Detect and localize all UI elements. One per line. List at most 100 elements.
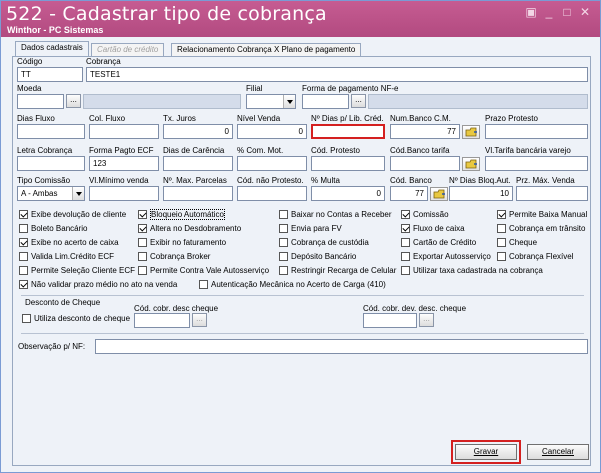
codigo-input[interactable]: TT <box>17 67 83 82</box>
checkbox-icon <box>279 238 288 247</box>
com-mot-input[interactable] <box>237 156 307 171</box>
checkbox-icon <box>401 238 410 247</box>
cod-banco-tarifa-input[interactable] <box>390 156 460 171</box>
chk-permite-baixa-manual[interactable]: Permite Baixa Manual <box>497 210 587 221</box>
chk-altera-desdobramento[interactable]: Altera no Desdobramento <box>138 224 241 235</box>
cod-nao-protesto-input[interactable] <box>237 186 307 201</box>
chevron-down-icon[interactable] <box>72 187 84 200</box>
minimize-icon[interactable]: _ <box>542 5 556 19</box>
gravar-button[interactable]: Gravar <box>451 440 521 464</box>
tipo-comissao-value: A - Ambas <box>21 189 58 198</box>
chk-cobranca-custodia[interactable]: Cobrança de custódia <box>279 238 369 249</box>
chk-utiliza-desconto-cheque[interactable]: Utiliza desconto de cheque <box>22 314 130 325</box>
close-icon[interactable]: ✕ <box>578 5 592 19</box>
col-fluxo-label: Col. Fluxo <box>89 114 126 123</box>
chk-permite-selecao-cliente-ecf[interactable]: Permite Seleção Cliente ECF <box>19 266 135 277</box>
nivel-venda-input[interactable]: 0 <box>237 124 307 139</box>
checkbox-icon <box>401 266 410 275</box>
chk-exibe-acerto-caixa[interactable]: Exibe no acerto de caixa <box>19 238 119 249</box>
chk-permite-contra-vale[interactable]: Permite Contra Vale Autosserviço <box>138 266 269 277</box>
folder-search-icon[interactable] <box>462 157 480 171</box>
title-bar[interactable]: 522 - Cadastrar tipo de cobrança Winthor… <box>1 1 600 37</box>
n-dias-bloq-aut-input[interactable]: 10 <box>449 186 513 201</box>
chk-fluxo-caixa[interactable]: Fluxo de caixa <box>401 224 465 235</box>
n-max-parcelas-label: Nº. Max. Parcelas <box>163 176 227 185</box>
chk-cartao-credito[interactable]: Cartão de Crédito <box>401 238 476 249</box>
checkbox-icon <box>497 238 506 247</box>
cod-cobr-desc-input[interactable] <box>134 313 190 328</box>
cancelar-button[interactable]: Cancelar <box>527 444 589 460</box>
cod-banco-input[interactable]: 77 <box>390 186 428 201</box>
tipo-comissao-combo[interactable]: A - Ambas <box>17 186 85 201</box>
tx-juros-label: Tx. Juros <box>163 114 196 123</box>
chk-exibir-faturamento[interactable]: Exibir no faturamento <box>138 238 226 249</box>
num-banco-cm-input[interactable]: 77 <box>390 124 460 139</box>
main-window: 522 - Cadastrar tipo de cobrança Winthor… <box>0 0 601 473</box>
tab-dados-cadastrais[interactable]: Dados cadastrais <box>15 41 89 57</box>
forma-pgto-nfe-search-button[interactable]: ... <box>351 94 366 108</box>
letra-cobranca-input[interactable] <box>17 156 85 171</box>
prazo-protesto-input[interactable] <box>485 124 588 139</box>
chk-envia-fv[interactable]: Envia para FV <box>279 224 342 235</box>
cobranca-input[interactable]: TESTE1 <box>86 67 588 82</box>
forma-pgto-nfe-input[interactable] <box>302 94 349 109</box>
multa-label: % Multa <box>311 176 340 185</box>
chk-cobranca-transito[interactable]: Cobrança em trânsito <box>497 224 585 235</box>
checkbox-checked-icon <box>138 224 147 233</box>
desconto-cheque-title: Desconto de Cheque <box>25 298 101 307</box>
checkbox-icon <box>19 266 28 275</box>
moeda-input[interactable] <box>17 94 64 109</box>
desconto-cheque-group: Utiliza desconto de cheque Cód. cobr. de… <box>22 304 588 331</box>
chk-baixar-contas-receber[interactable]: Baixar no Contas a Receber <box>279 210 392 221</box>
dias-fluxo-input[interactable] <box>17 124 85 139</box>
n-dias-lib-cred-input[interactable] <box>311 124 385 139</box>
chk-deposito-bancario[interactable]: Depósito Bancário <box>279 252 356 263</box>
cod-protesto-input[interactable] <box>311 156 385 171</box>
checkbox-checked-icon <box>497 210 506 219</box>
chk-exibe-devolucao-cliente[interactable]: Exibe devolução de cliente <box>19 210 126 221</box>
chk-valida-lim-credito-ecf[interactable]: Valida Lim.Crédito ECF <box>19 252 114 263</box>
chk-cobranca-flexivel[interactable]: Cobrança Flexível <box>497 252 573 263</box>
tx-juros-input[interactable]: 0 <box>163 124 233 139</box>
chk-restringir-recarga[interactable]: Restringir Recarga de Celular <box>279 266 396 277</box>
dias-carencia-input[interactable] <box>163 156 233 171</box>
cod-cobr-desc-search-button[interactable]: ... <box>192 313 207 327</box>
observacao-label: Observação p/ NF: <box>18 342 86 351</box>
moeda-search-button[interactable]: ... <box>66 94 81 108</box>
n-dias-bloq-aut-label: Nº Dias Bloq.Aut. <box>449 176 511 185</box>
maximize-icon[interactable]: □ <box>560 5 574 19</box>
checkbox-checked-icon <box>401 210 410 219</box>
vl-tarifa-bancaria-label: Vl.Tarifa bancária varejo <box>485 146 571 155</box>
folder-search-icon[interactable] <box>430 187 448 201</box>
cod-cobr-dev-search-button[interactable]: ... <box>419 313 434 327</box>
vl-minimo-venda-input[interactable] <box>89 186 159 201</box>
multa-input[interactable]: 0 <box>311 186 385 201</box>
dias-fluxo-label: Dias Fluxo <box>17 114 55 123</box>
vl-tarifa-bancaria-input[interactable] <box>485 156 588 171</box>
filial-combo[interactable] <box>246 94 296 109</box>
checkbox-icon <box>279 210 288 219</box>
forma-pagto-ecf-input[interactable]: 123 <box>89 156 159 171</box>
checkbox-checked-icon <box>19 280 28 289</box>
observacao-input[interactable] <box>95 339 588 354</box>
col-fluxo-input[interactable] <box>89 124 159 139</box>
chk-bloqueio-automatico[interactable]: Bloqueio Automático <box>138 209 225 221</box>
chk-utilizar-taxa-cadastrada[interactable]: Utilizar taxa cadastrada na cobrança <box>401 266 543 277</box>
restore-icon[interactable]: ▣ <box>524 5 538 19</box>
tab-relacionamento-cobranca[interactable]: Relacionamento Cobrança X Plano de pagam… <box>171 43 362 57</box>
chevron-down-icon[interactable] <box>283 95 295 108</box>
chk-comissao[interactable]: Comissão <box>401 210 449 221</box>
tab-cartao-de-credito[interactable]: Cartão de crédito <box>91 43 165 57</box>
n-max-parcelas-input[interactable] <box>163 186 233 201</box>
prz-max-venda-input[interactable] <box>516 186 588 201</box>
chk-autenticacao-mecanica[interactable]: Autenticação Mecânica no Acerto de Carga… <box>199 280 386 291</box>
chk-nao-validar-prazo-medio[interactable]: Não validar prazo médio no ato na venda <box>19 280 177 291</box>
chk-boleto-bancario[interactable]: Boleto Bancário <box>19 224 87 235</box>
checkbox-icon <box>19 224 28 233</box>
prazo-protesto-label: Prazo Protesto <box>485 114 538 123</box>
cod-cobr-dev-input[interactable] <box>363 313 417 328</box>
folder-search-icon[interactable] <box>462 125 480 139</box>
chk-cobranca-broker[interactable]: Cobrança Broker <box>138 252 210 263</box>
chk-exportar-autosservico[interactable]: Exportar Autosserviço <box>401 252 491 263</box>
chk-cheque[interactable]: Cheque <box>497 238 537 249</box>
